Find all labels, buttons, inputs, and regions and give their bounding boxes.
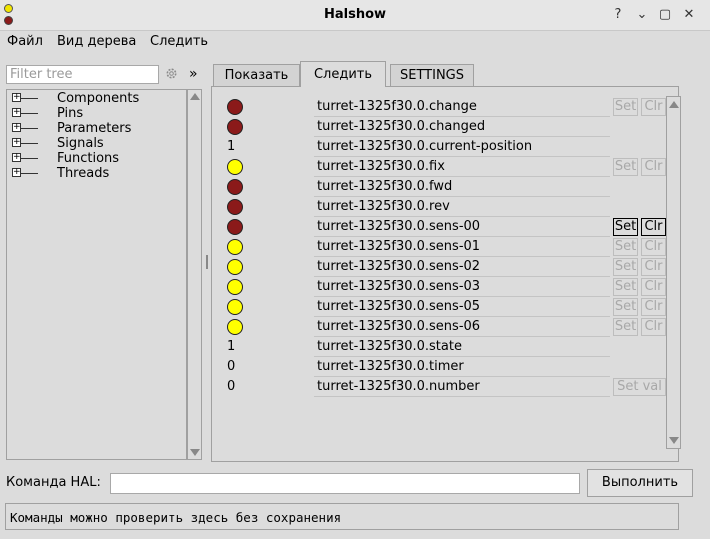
set-button[interactable]: Set — [613, 278, 638, 296]
menu-watch[interactable]: Следить — [150, 34, 208, 52]
tree-scrollbar[interactable] — [187, 89, 202, 460]
status-bar: Команды можно проверить здесь без сохран… — [5, 503, 679, 530]
watch-name: turret-1325f30.0.current-position — [317, 139, 533, 154]
watch-row: turret-1325f30.0.sens-01 — [226, 237, 610, 257]
help-icon[interactable]: ? — [609, 6, 627, 24]
set-button[interactable]: Set — [613, 298, 638, 316]
clear-button[interactable]: Clr — [641, 98, 666, 116]
expand-button[interactable]: » — [189, 66, 198, 82]
clear-button[interactable]: Clr — [641, 158, 666, 176]
watch-row: 0 turret-1325f30.0.number — [226, 377, 610, 397]
watch-row: 1 turret-1325f30.0.state — [226, 337, 610, 357]
window-title: Halshow — [323, 7, 387, 22]
watch-name: turret-1325f30.0.rev — [317, 199, 450, 214]
command-label: Команда HAL: — [6, 475, 101, 490]
led-indicator — [227, 219, 243, 235]
watch-value: 0 — [227, 359, 236, 374]
set-button[interactable]: Set — [613, 98, 638, 116]
clear-button[interactable]: Clr — [641, 218, 666, 236]
watch-scrollbar[interactable] — [666, 96, 681, 449]
menu-tree-view[interactable]: Вид дерева — [57, 34, 136, 52]
close-icon[interactable]: ✕ — [680, 6, 698, 24]
led-indicator — [227, 319, 243, 335]
led-indicator — [227, 279, 243, 295]
scroll-up-icon[interactable] — [669, 101, 679, 108]
set-value-button[interactable]: Set val — [613, 378, 666, 396]
execute-button[interactable]: Выполнить — [587, 469, 693, 497]
led-indicator — [227, 239, 243, 255]
clear-button[interactable]: Clr — [641, 298, 666, 316]
led-indicator — [227, 299, 243, 315]
led-indicator — [227, 199, 243, 215]
watch-name: turret-1325f30.0.number — [317, 379, 480, 394]
set-button[interactable]: Set — [613, 318, 638, 336]
watch-name: turret-1325f30.0.sens-01 — [317, 239, 481, 254]
watch-row: turret-1325f30.0.rev — [226, 197, 610, 217]
gear-icon[interactable] — [164, 66, 179, 81]
watch-value: 1 — [227, 339, 236, 354]
watch-row: turret-1325f30.0.sens-05 — [226, 297, 610, 317]
filter-tree-input[interactable] — [6, 65, 159, 84]
watch-row: turret-1325f30.0.changed — [226, 117, 610, 137]
tab-watch[interactable]: Следить — [300, 61, 386, 87]
clear-button[interactable]: Clr — [641, 258, 666, 276]
watch-name: turret-1325f30.0.timer — [317, 359, 464, 374]
set-button[interactable]: Set — [613, 258, 638, 276]
set-button[interactable]: Set — [613, 238, 638, 256]
hal-tree[interactable]: + Components + Pins + Parameters + Signals +… — [6, 89, 187, 460]
watch-name: turret-1325f30.0.fix — [317, 159, 445, 174]
menu-file[interactable]: Файл — [7, 34, 43, 52]
led-indicator — [227, 179, 243, 195]
watch-name: turret-1325f30.0.sens-02 — [317, 259, 481, 274]
scroll-down-icon[interactable] — [190, 449, 200, 456]
led-indicator — [227, 259, 243, 275]
watch-name: turret-1325f30.0.change — [317, 99, 477, 114]
set-button[interactable]: Set — [613, 218, 638, 236]
watch-row: turret-1325f30.0.change — [226, 97, 610, 117]
clear-button[interactable]: Clr — [641, 278, 666, 296]
watch-row: turret-1325f30.0.sens-02 — [226, 257, 610, 277]
minimize-icon[interactable]: ⌄ — [633, 6, 651, 24]
watch-name: turret-1325f30.0.state — [317, 339, 462, 354]
watch-name: turret-1325f30.0.fwd — [317, 179, 453, 194]
watch-row: turret-1325f30.0.fwd — [226, 177, 610, 197]
command-input[interactable] — [110, 473, 580, 494]
set-button[interactable]: Set — [613, 158, 638, 176]
maximize-icon[interactable]: ▢ — [656, 6, 674, 24]
watch-row: 0 turret-1325f30.0.timer — [226, 357, 610, 377]
scroll-up-icon[interactable] — [190, 93, 200, 100]
scroll-down-icon[interactable] — [669, 437, 679, 444]
watch-row: 1 turret-1325f30.0.current-position — [226, 137, 610, 157]
watch-row: turret-1325f30.0.sens-06 — [226, 317, 610, 337]
watch-name: turret-1325f30.0.sens-06 — [317, 319, 481, 334]
pane-splitter[interactable] — [206, 255, 208, 269]
watch-row: turret-1325f30.0.sens-03 — [226, 277, 610, 297]
tab-show[interactable]: Показать — [213, 64, 300, 86]
watch-row: turret-1325f30.0.fix — [226, 157, 610, 177]
watch-value: 1 — [227, 139, 236, 154]
clear-button[interactable]: Clr — [641, 238, 666, 256]
led-indicator — [227, 159, 243, 175]
watch-name: turret-1325f30.0.sens-05 — [317, 299, 481, 314]
clear-button[interactable]: Clr — [641, 318, 666, 336]
led-indicator — [227, 99, 243, 115]
watch-value: 0 — [227, 379, 236, 394]
tab-settings[interactable]: SETTINGS — [390, 64, 474, 86]
watch-row: turret-1325f30.0.sens-00 — [226, 217, 610, 237]
watch-name: turret-1325f30.0.changed — [317, 119, 486, 134]
watch-name: turret-1325f30.0.sens-00 — [317, 219, 481, 234]
led-indicator — [227, 119, 243, 135]
watch-name: turret-1325f30.0.sens-03 — [317, 279, 481, 294]
